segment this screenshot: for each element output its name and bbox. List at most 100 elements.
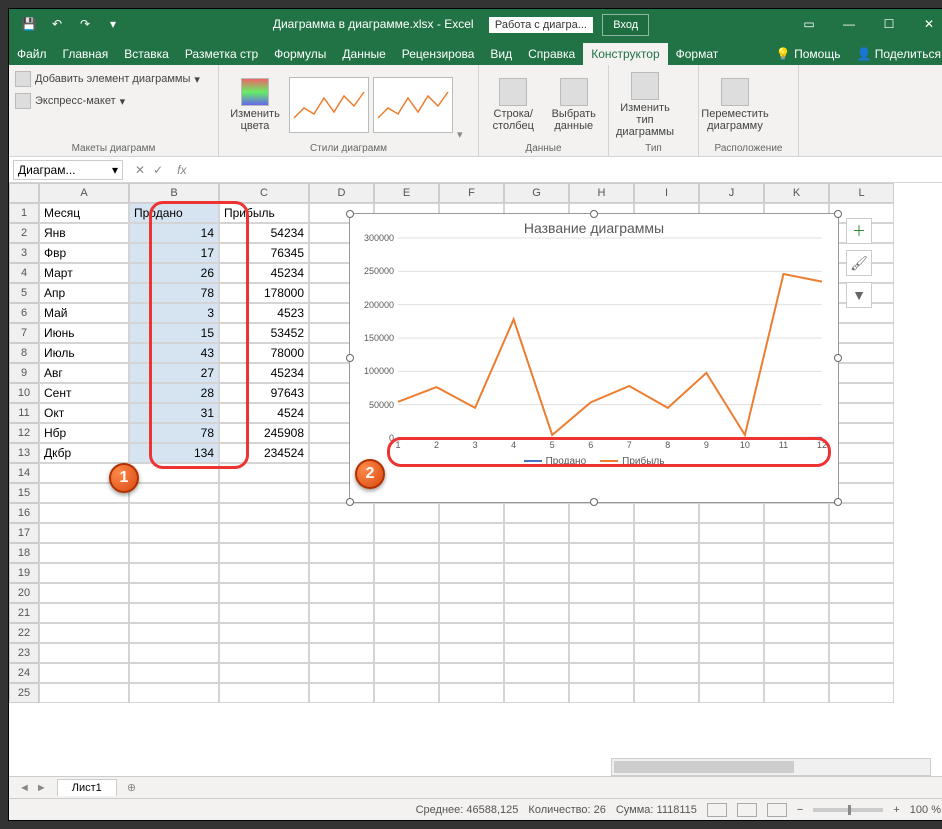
cell[interactable]: 14 <box>129 223 219 243</box>
cell[interactable]: 54234 <box>219 223 309 243</box>
cell[interactable] <box>374 503 439 523</box>
cell[interactable]: Окт <box>39 403 129 423</box>
cell[interactable] <box>764 643 829 663</box>
view-normal-icon[interactable] <box>707 803 727 817</box>
chart-elements-button[interactable]: ＋ <box>846 218 872 244</box>
chart-styles-button[interactable]: 🖌 <box>846 250 872 276</box>
cell[interactable] <box>634 623 699 643</box>
undo-icon[interactable]: ↶ <box>45 12 69 36</box>
tab-design[interactable]: Конструктор <box>583 43 667 65</box>
cell[interactable] <box>219 643 309 663</box>
share-button[interactable]: 👤 Поделиться <box>848 43 942 65</box>
cell[interactable] <box>129 583 219 603</box>
cell[interactable] <box>764 663 829 683</box>
select-data-button[interactable]: Выбрать данные <box>546 78 603 132</box>
cell[interactable] <box>129 623 219 643</box>
cell[interactable] <box>129 603 219 623</box>
cell[interactable] <box>699 583 764 603</box>
name-box[interactable]: Диаграм...▾ <box>13 160 123 180</box>
cell[interactable] <box>569 523 634 543</box>
cell[interactable] <box>764 503 829 523</box>
cell[interactable]: Сент <box>39 383 129 403</box>
ribbon-options-icon[interactable]: ▭ <box>789 9 829 39</box>
cell[interactable]: 178000 <box>219 283 309 303</box>
new-sheet-button[interactable]: ⊕ <box>117 781 146 794</box>
cell[interactable] <box>129 483 219 503</box>
view-page-break-icon[interactable] <box>767 803 787 817</box>
cell[interactable] <box>764 683 829 703</box>
styles-more-icon[interactable]: ▾ <box>457 128 463 141</box>
cell[interactable]: 26 <box>129 263 219 283</box>
cell[interactable] <box>569 663 634 683</box>
cell[interactable] <box>829 523 894 543</box>
cell[interactable] <box>504 603 569 623</box>
zoom-slider[interactable] <box>813 808 883 812</box>
cell[interactable] <box>39 543 129 563</box>
tab-help[interactable]: Справка <box>520 43 583 65</box>
cell[interactable] <box>699 603 764 623</box>
zoom-out-icon[interactable]: − <box>797 804 803 816</box>
chart-style-1[interactable] <box>289 77 369 133</box>
cell[interactable]: Март <box>39 263 129 283</box>
tab-view[interactable]: Вид <box>482 43 520 65</box>
cell[interactable] <box>219 603 309 623</box>
cell[interactable]: Июнь <box>39 323 129 343</box>
cell[interactable] <box>439 663 504 683</box>
cell[interactable]: 97643 <box>219 383 309 403</box>
cell[interactable] <box>374 603 439 623</box>
cell[interactable] <box>569 603 634 623</box>
cell[interactable] <box>699 683 764 703</box>
cell[interactable]: Нбр <box>39 423 129 443</box>
cell[interactable] <box>219 583 309 603</box>
cell[interactable] <box>764 603 829 623</box>
cell[interactable] <box>374 623 439 643</box>
cell[interactable] <box>504 623 569 643</box>
cell[interactable] <box>39 663 129 683</box>
row-header[interactable]: 4 <box>9 263 39 283</box>
cell[interactable] <box>634 583 699 603</box>
cell[interactable] <box>309 643 374 663</box>
cell[interactable] <box>309 683 374 703</box>
cell[interactable] <box>699 523 764 543</box>
cell[interactable]: 78 <box>129 283 219 303</box>
col-header[interactable]: A <box>39 183 129 203</box>
cell[interactable] <box>764 583 829 603</box>
chart-plot-area[interactable]: 0500001000001500002000002500003000001234… <box>398 238 824 438</box>
zoom-in-icon[interactable]: + <box>893 804 899 816</box>
save-icon[interactable]: 💾 <box>17 12 41 36</box>
cell[interactable]: 134 <box>129 443 219 463</box>
row-header[interactable]: 16 <box>9 503 39 523</box>
cell[interactable]: 234524 <box>219 443 309 463</box>
minimize-icon[interactable]: — <box>829 9 869 39</box>
tab-prev-icon[interactable]: ◄ <box>19 782 30 794</box>
row-header[interactable]: 19 <box>9 563 39 583</box>
cell[interactable]: 15 <box>129 323 219 343</box>
cell[interactable] <box>374 543 439 563</box>
cell[interactable]: 28 <box>129 383 219 403</box>
cell[interactable] <box>219 503 309 523</box>
cell[interactable] <box>699 563 764 583</box>
row-header[interactable]: 15 <box>9 483 39 503</box>
cell[interactable] <box>504 523 569 543</box>
cell[interactable] <box>569 543 634 563</box>
enter-formula-icon[interactable]: ✓ <box>153 163 163 177</box>
cell[interactable] <box>219 663 309 683</box>
tab-layout[interactable]: Разметка стр <box>177 43 266 65</box>
cell[interactable] <box>569 683 634 703</box>
cell[interactable] <box>829 603 894 623</box>
cell[interactable] <box>634 543 699 563</box>
row-header[interactable]: 13 <box>9 443 39 463</box>
horizontal-scrollbar[interactable] <box>611 758 931 776</box>
col-header[interactable]: H <box>569 183 634 203</box>
cell[interactable] <box>764 563 829 583</box>
row-header[interactable]: 14 <box>9 463 39 483</box>
cell[interactable]: Апр <box>39 283 129 303</box>
cell[interactable] <box>634 663 699 683</box>
cell[interactable] <box>569 563 634 583</box>
cell[interactable] <box>439 603 504 623</box>
cell[interactable] <box>764 543 829 563</box>
redo-icon[interactable]: ↷ <box>73 12 97 36</box>
cell[interactable] <box>699 503 764 523</box>
chevron-down-icon[interactable]: ▾ <box>112 163 118 177</box>
row-header[interactable]: 2 <box>9 223 39 243</box>
